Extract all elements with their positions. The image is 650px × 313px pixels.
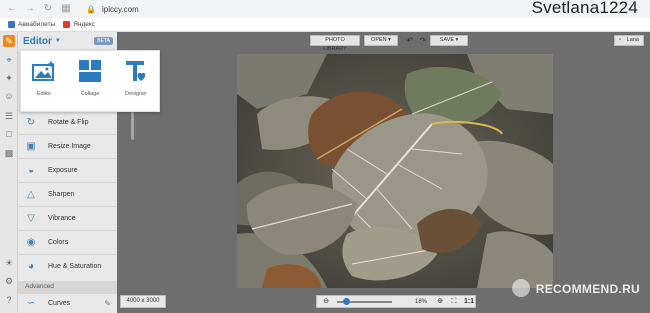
- text-heart-icon: [126, 61, 146, 81]
- popup-label: Designer: [124, 91, 147, 97]
- panel-header: Editor ▼ BETA: [18, 32, 117, 50]
- tool-label: Vibrance: [48, 215, 76, 222]
- zoom-in-icon[interactable]: ⊕: [435, 297, 445, 307]
- rotate-icon: ↻: [26, 116, 36, 128]
- frame-icon[interactable]: □: [3, 128, 15, 140]
- zoom-value: 18%: [414, 298, 427, 305]
- frosted-leaves-image: [237, 54, 553, 288]
- premium-icon: ✎: [104, 299, 111, 308]
- sharpen-icon: △: [27, 188, 35, 200]
- left-icon-bar: ✎ ⌖ ✦ ☺ ☰ □ ▩ ☀ ⚙ ?: [0, 32, 18, 313]
- popup-label: Editor: [36, 91, 52, 97]
- photo-library-button[interactable]: PHOTO LIBRARY: [310, 35, 360, 52]
- tool-label: Sharpen: [48, 191, 75, 198]
- collage-grid-icon: [79, 60, 101, 82]
- crop-icon[interactable]: ⌖: [3, 54, 15, 66]
- reload-icon[interactable]: ↻: [42, 3, 54, 15]
- save-label: SAVE: [439, 37, 454, 43]
- actual-size-button[interactable]: 1:1: [463, 297, 475, 307]
- tool-label: Rotate & Flip: [48, 119, 89, 126]
- lang-label: Lana: [626, 37, 639, 43]
- tool-label: Exposure: [48, 167, 78, 174]
- chevron-down-icon: ▾: [388, 37, 391, 43]
- curves-icon: ∽: [26, 297, 36, 309]
- user-watermark: Svetlana1224: [531, 0, 638, 17]
- tool-exposure[interactable]: ◒ Exposure: [18, 158, 117, 182]
- tool-vibrance[interactable]: ▽ Vibrance: [18, 206, 117, 230]
- tool-resize-image[interactable]: ▣ Resize Image: [18, 134, 117, 158]
- bookmark-item[interactable]: Яндекс: [63, 21, 95, 28]
- app-area: ✎ ⌖ ✦ ☺ ☰ □ ▩ ☀ ⚙ ? Editor ▼ BETA ↻ Rota…: [0, 32, 650, 313]
- hue-icon: ◕: [27, 260, 35, 272]
- section-advanced: Advanced: [18, 281, 117, 293]
- chevron-down-icon[interactable]: ▼: [55, 38, 61, 44]
- popup-item-collage[interactable]: Collage: [70, 59, 110, 97]
- face-icon[interactable]: ☺: [3, 90, 15, 102]
- tool-hue-saturation[interactable]: ◕ Hue & Saturation: [18, 254, 117, 278]
- recommend-logo-icon: [512, 279, 530, 297]
- language-button[interactable]: ▫ Lana: [614, 35, 644, 46]
- zoom-out-icon[interactable]: ⊖: [321, 297, 331, 307]
- tool-label: Colors: [48, 239, 69, 246]
- zoom-slider-handle[interactable]: [343, 297, 351, 305]
- exposure-icon: ◒: [27, 164, 35, 176]
- layers-icon[interactable]: ☰: [3, 110, 15, 122]
- tool-label: Curves: [48, 300, 71, 307]
- tool-sharpen[interactable]: △ Sharpen: [18, 182, 117, 206]
- texture-icon[interactable]: ▩: [3, 147, 15, 159]
- popup-item-designer[interactable]: Designer: [116, 59, 156, 97]
- fit-screen-icon[interactable]: ⛶: [449, 297, 459, 307]
- tool-label: Resize Image: [48, 143, 91, 150]
- open-label: OPEN: [371, 37, 387, 43]
- image-dimensions: 4000 x 3000: [120, 295, 166, 308]
- colors-icon: ◉: [26, 236, 36, 248]
- popup-item-editor[interactable]: Editor: [24, 59, 64, 97]
- photo-sparkle-icon: [32, 60, 55, 81]
- bookmark-item[interactable]: Авиабилеты: [8, 21, 55, 28]
- zoom-slider[interactable]: [337, 297, 392, 305]
- editor-menu-title[interactable]: Editor: [23, 36, 52, 47]
- vibrance-icon: ▽: [27, 212, 35, 224]
- bookmark-label: Авиабилеты: [18, 21, 56, 28]
- recommend-watermark: RECOMMEND.RU: [535, 282, 640, 296]
- resize-icon: ▣: [26, 140, 36, 152]
- tool-rotate-flip[interactable]: ↻ Rotate & Flip: [18, 110, 117, 134]
- bookmarks-bar: Авиабилеты Яндекс: [0, 18, 650, 32]
- magic-wand-icon[interactable]: ✦: [3, 72, 15, 84]
- app-logo-icon[interactable]: ✎: [3, 35, 15, 47]
- photo-canvas[interactable]: [237, 54, 553, 288]
- bookmark-label: Яндекс: [73, 21, 96, 28]
- back-icon[interactable]: ←: [6, 3, 18, 15]
- beta-badge: BETA: [94, 37, 113, 45]
- editor-mode-popup: Editor Collage Designer: [20, 50, 160, 112]
- popup-label: Collage: [80, 91, 100, 97]
- bookmark-favicon-icon: [8, 21, 15, 28]
- idea-icon[interactable]: ☀: [3, 257, 15, 269]
- yandex-favicon-icon: [63, 21, 71, 28]
- chevron-down-icon: ▾: [455, 37, 459, 43]
- address-bar[interactable]: ipiccy.com: [102, 5, 139, 14]
- save-button[interactable]: SAVE ▾: [430, 35, 468, 46]
- apps-grid-icon[interactable]: ▦: [60, 3, 72, 15]
- tool-label: Hue & Saturation: [48, 263, 102, 270]
- tool-colors[interactable]: ◉ Colors: [18, 230, 117, 254]
- panel-scrollbar[interactable]: [131, 112, 134, 140]
- redo-icon[interactable]: ↷: [417, 35, 429, 46]
- undo-icon[interactable]: ↶: [404, 35, 416, 46]
- settings-icon[interactable]: ⚙: [3, 275, 15, 287]
- lock-icon: 🔒: [86, 4, 96, 14]
- tool-curves[interactable]: ∽ Curves ✎: [18, 293, 117, 313]
- open-button[interactable]: OPEN ▾: [364, 35, 398, 46]
- forward-icon[interactable]: →: [24, 3, 36, 15]
- globe-icon: ▫: [619, 37, 621, 43]
- zoom-bar: ⊖ 18% ⊕ ⛶ 1:1: [316, 295, 476, 308]
- help-icon[interactable]: ?: [3, 294, 15, 306]
